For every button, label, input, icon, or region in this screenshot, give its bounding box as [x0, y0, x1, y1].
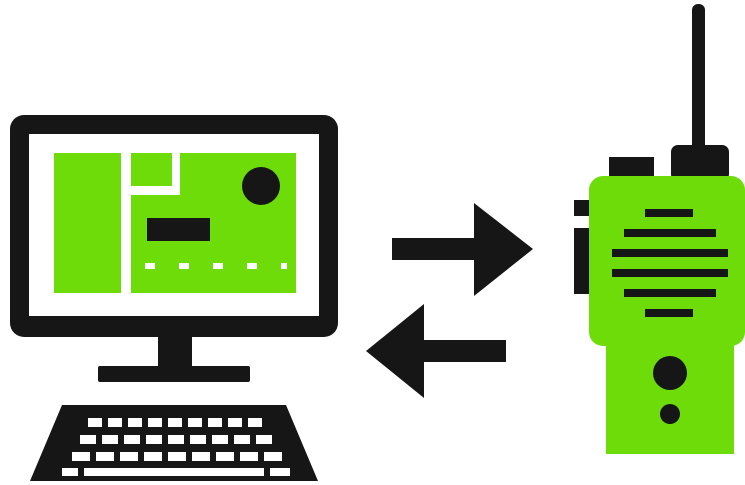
keyboard-key	[212, 435, 228, 444]
radio-upper-body	[589, 176, 745, 346]
keyboard-key	[240, 452, 258, 461]
keyboard-key	[168, 452, 186, 461]
keyboard-key	[80, 435, 96, 444]
keyboard-key	[248, 418, 262, 427]
arrow-left-icon	[366, 304, 506, 398]
keyboard-key	[168, 418, 182, 427]
keyboard-key	[128, 418, 142, 427]
screen-bottom-panel	[131, 269, 296, 293]
keyboard-key	[144, 452, 162, 461]
keyboard-key	[228, 418, 242, 427]
keyboard-key	[190, 435, 206, 444]
keyboard-key	[234, 435, 250, 444]
radio-large-button	[653, 356, 687, 390]
keyboard-key	[108, 418, 122, 427]
two-way-radio-icon	[574, 4, 745, 454]
radio-antenna	[692, 4, 705, 154]
keyboard-key	[72, 452, 90, 461]
screen-small-box	[131, 153, 172, 186]
keyboard-key	[208, 418, 222, 427]
keyboard-key	[146, 435, 162, 444]
radio-lower-body	[606, 330, 734, 454]
screen-sidebar-panel	[54, 153, 121, 293]
keyboard-key	[124, 435, 140, 444]
keyboard-key	[120, 452, 138, 461]
illustration-canvas	[10, 4, 745, 481]
screen-dark-bar	[147, 218, 210, 241]
computer-radio-sync-illustration	[0, 0, 745, 485]
keyboard-spacebar	[84, 468, 264, 476]
keyboard-key	[192, 452, 210, 461]
radio-small-button	[660, 404, 680, 424]
radio-antenna-base	[671, 145, 729, 181]
keyboard-key	[216, 452, 234, 461]
keyboard-key	[102, 435, 118, 444]
keyboard-key	[168, 435, 184, 444]
keyboard-key	[96, 452, 114, 461]
desktop-computer-icon	[10, 115, 338, 382]
keyboard-key	[62, 468, 78, 476]
keyboard-key	[264, 452, 282, 461]
keyboard-key	[88, 418, 102, 427]
monitor-stand-neck	[158, 336, 192, 369]
screen-dot-icon	[242, 167, 280, 205]
monitor-stand-base	[98, 366, 250, 382]
keyboard-key	[270, 468, 290, 476]
arrow-right-icon	[392, 203, 533, 296]
keyboard-key	[188, 418, 202, 427]
keyboard-key	[256, 435, 272, 444]
keyboard-icon	[30, 405, 318, 481]
keyboard-key	[148, 418, 162, 427]
